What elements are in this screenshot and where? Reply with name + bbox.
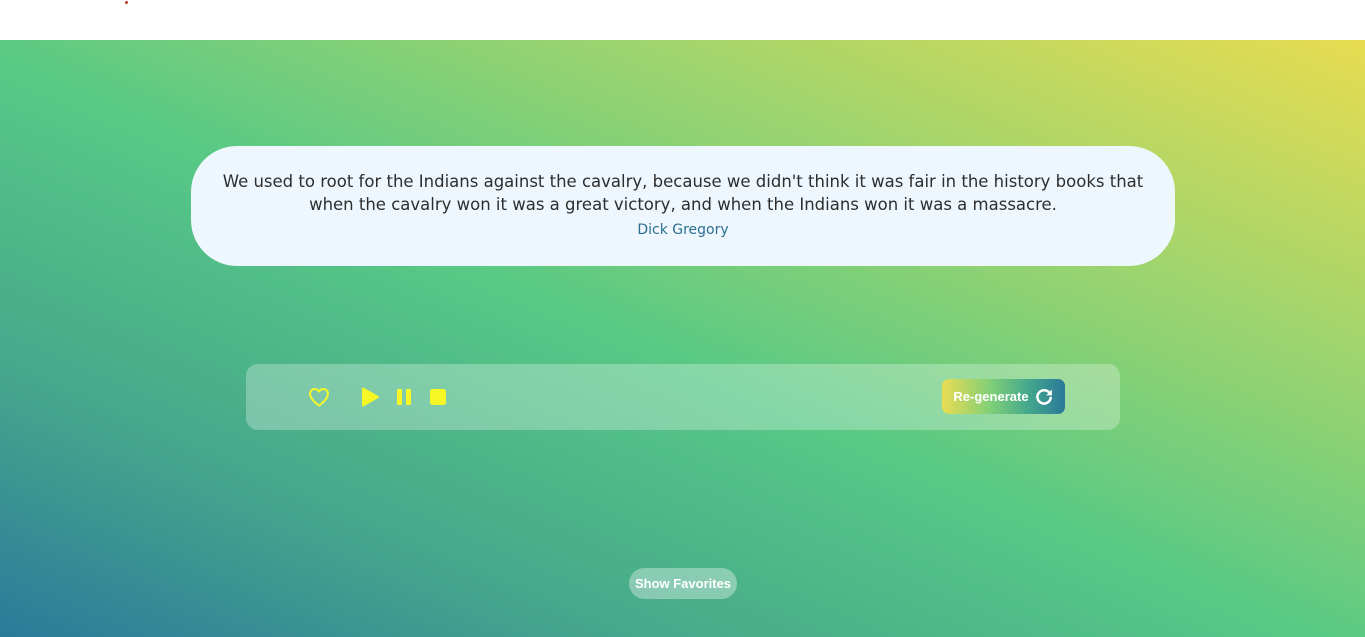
play-icon[interactable]: [359, 386, 381, 408]
regenerate-button[interactable]: Re-generate: [942, 379, 1065, 414]
quote-card: We used to root for the Indians against …: [191, 146, 1175, 266]
heart-outline-icon[interactable]: [307, 385, 331, 409]
quote-author: Dick Gregory: [637, 222, 729, 238]
controls-bar: Re-generate: [246, 364, 1120, 430]
top-bar: [0, 0, 1365, 40]
pause-icon[interactable]: [393, 386, 415, 408]
refresh-icon: [1034, 387, 1054, 407]
red-dot-icon: [125, 1, 128, 4]
regenerate-label: Re-generate: [953, 389, 1029, 404]
quote-text: We used to root for the Indians against …: [222, 172, 1144, 214]
stop-icon[interactable]: [427, 386, 449, 408]
quote-stage: We used to root for the Indians against …: [0, 40, 1365, 637]
show-favorites-button[interactable]: Show Favorites: [629, 568, 737, 599]
